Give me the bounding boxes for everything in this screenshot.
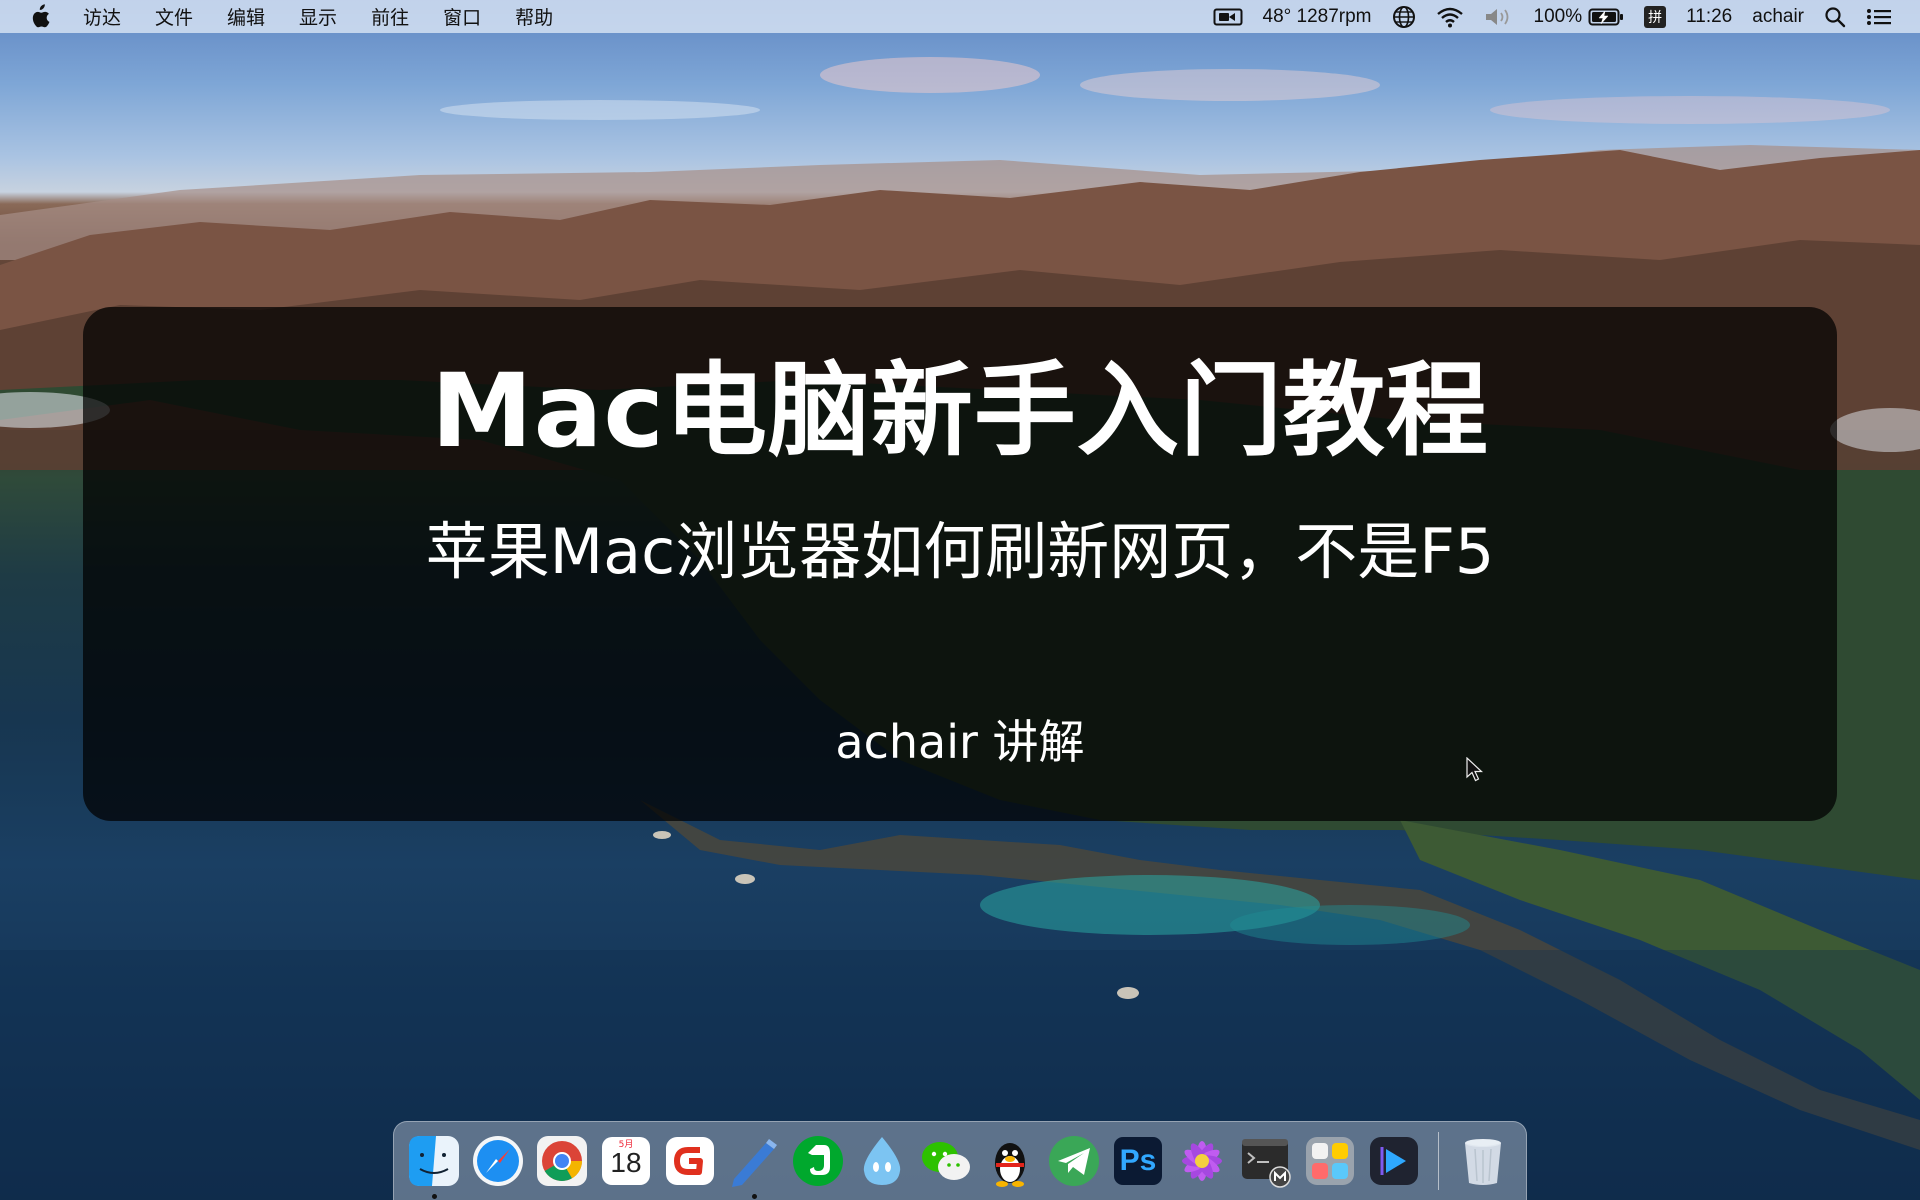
- dock: 5月 18 Ps: [393, 1121, 1527, 1200]
- title-overlay-card: Mac电脑新手入门教程 苹果Mac浏览器如何刷新网页，不是F5 achair 讲…: [83, 307, 1837, 821]
- app-grid-icon: [1306, 1137, 1354, 1185]
- running-indicator: [752, 1194, 757, 1199]
- trash-icon: [1465, 1139, 1501, 1185]
- evernote-elephant-icon: [793, 1136, 843, 1186]
- penguin-icon: [995, 1143, 1025, 1187]
- list-icon: [1867, 8, 1891, 25]
- control-center-button[interactable]: [1856, 0, 1902, 33]
- spotlight-button[interactable]: [1814, 0, 1856, 33]
- desktop: 访达 文件 编辑 显示 前往 窗口 帮助 48° 1287rpm 100% 拼 …: [0, 0, 1920, 1200]
- dock-app-photoshop[interactable]: Ps: [1110, 1133, 1166, 1189]
- dock-app-calendar[interactable]: 5月 18: [598, 1133, 654, 1189]
- volume-status[interactable]: [1474, 0, 1524, 33]
- flower-icon: [1182, 1141, 1222, 1181]
- finder-icon: [409, 1136, 459, 1186]
- mouse-pointer-icon: [1466, 757, 1484, 782]
- input-method-label: 拼: [1644, 5, 1667, 28]
- dock-app-flower[interactable]: [1174, 1133, 1230, 1189]
- menu-edit[interactable]: 编辑: [210, 0, 282, 33]
- wechat-icon: [922, 1142, 970, 1180]
- water-drop-icon: [863, 1137, 901, 1185]
- apple-logo-icon: [32, 3, 50, 27]
- dock-app-wechat[interactable]: [918, 1133, 974, 1189]
- sensor-readout[interactable]: 48° 1287rpm: [1253, 0, 1382, 33]
- camera-icon: [1213, 8, 1242, 25]
- red-g-icon: [666, 1137, 714, 1185]
- dock-app-trash[interactable]: [1455, 1133, 1511, 1189]
- dock-app-safari[interactable]: [470, 1133, 526, 1189]
- search-icon: [1825, 6, 1846, 27]
- dock-app-video-player[interactable]: [1366, 1133, 1422, 1189]
- dock-app-finder[interactable]: [406, 1133, 462, 1199]
- tutorial-subtitle: 苹果Mac浏览器如何刷新网页，不是F5: [425, 515, 1495, 588]
- terminal-icon: [1242, 1139, 1291, 1188]
- menu-go[interactable]: 前往: [354, 0, 426, 33]
- menu-view[interactable]: 显示: [282, 0, 354, 33]
- dock-separator: [1438, 1132, 1439, 1190]
- dock-app-launcher[interactable]: [1302, 1133, 1358, 1189]
- dock-app-pen[interactable]: [726, 1133, 782, 1199]
- dock-app-terminal[interactable]: [1238, 1133, 1294, 1189]
- battery-percent: 100%: [1533, 5, 1583, 27]
- apple-menu[interactable]: [18, 0, 66, 33]
- globe-icon: [1392, 5, 1415, 28]
- menu-file[interactable]: 文件: [138, 0, 210, 33]
- screen-record-status[interactable]: [1203, 0, 1253, 33]
- dock-app-evernote[interactable]: [790, 1133, 846, 1189]
- battery-charging-icon: [1588, 8, 1624, 25]
- safari-compass-icon: [473, 1136, 523, 1186]
- play-icon: [1370, 1137, 1418, 1185]
- input-method[interactable]: 拼: [1634, 0, 1676, 33]
- wifi-icon: [1436, 7, 1463, 27]
- dock-app-chrome[interactable]: [534, 1133, 590, 1189]
- battery-status[interactable]: 100%: [1524, 0, 1635, 33]
- user-menu[interactable]: achair: [1742, 0, 1814, 33]
- dock-app-telegram[interactable]: [1046, 1133, 1102, 1189]
- pen-icon: [732, 1139, 777, 1187]
- menu-help[interactable]: 帮助: [498, 0, 570, 33]
- running-indicator: [432, 1194, 437, 1199]
- menu-finder[interactable]: 访达: [66, 0, 138, 33]
- chrome-icon: [537, 1136, 587, 1186]
- clock[interactable]: 11:26: [1676, 0, 1742, 33]
- tutorial-title: Mac电脑新手入门教程: [431, 352, 1489, 471]
- calendar-day: 18: [610, 1147, 642, 1178]
- dock-app-qq[interactable]: [982, 1133, 1038, 1189]
- paper-plane-icon: [1049, 1136, 1099, 1186]
- menu-bar: 访达 文件 编辑 显示 前往 窗口 帮助 48° 1287rpm 100% 拼 …: [0, 0, 1920, 33]
- wifi-status[interactable]: [1426, 0, 1474, 33]
- volume-muted-icon: [1485, 8, 1508, 25]
- menu-window[interactable]: 窗口: [426, 0, 498, 33]
- dock-app-water-drop[interactable]: [854, 1133, 910, 1189]
- photoshop-label: Ps: [1119, 1144, 1157, 1177]
- dock-app-g[interactable]: [662, 1133, 718, 1189]
- vpn-status[interactable]: [1382, 0, 1426, 33]
- tutorial-author: achair 讲解: [835, 715, 1085, 769]
